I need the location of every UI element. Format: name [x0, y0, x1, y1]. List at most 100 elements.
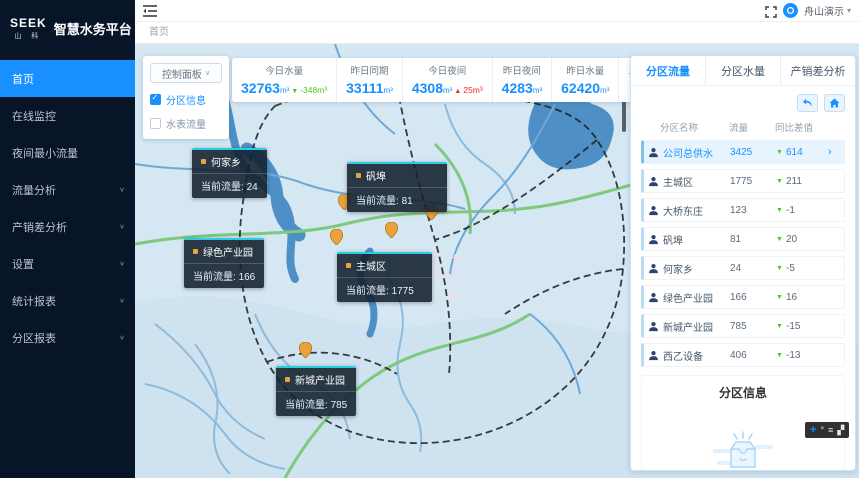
trend-down-icon: ▼ [291, 88, 298, 95]
stat-today-night: 今日夜间 4308m³▲25m³ [403, 58, 493, 102]
tab-partition-flow[interactable]: 分区流量 [631, 56, 706, 85]
tooltip-dot-icon [201, 159, 206, 164]
table-row[interactable]: 绿色产业园 166 ▼ 16 › [641, 285, 845, 309]
avatar[interactable] [783, 3, 798, 18]
tooltip-value: 1775 [392, 286, 414, 297]
sidebar-item-label: 分区报表 [12, 330, 56, 346]
stats-bar: 今日水量 32763m³▼-348m³ 昨日同期 33111m³ 今日夜间 43… [232, 58, 675, 102]
sidebar-item-online-monitoring[interactable]: 在线监控 [0, 97, 135, 134]
stat-value: 62420 [561, 80, 600, 96]
data-panel: 分区流量 分区水量 产销差分析 分区名称 流量 同 [630, 55, 856, 471]
trend-down-icon: ▼ [776, 294, 786, 301]
stat-unit: m³ [600, 86, 609, 95]
app-root: SEEK 山 科 智慧水务平台 首页 在线监控 夜间最小流量 流量分析 ∨ 产销… [0, 0, 859, 478]
sidebar-item-label: 夜间最小流量 [12, 145, 78, 161]
chevron-down-icon: ∨ [119, 223, 125, 230]
table-row[interactable]: 大桥东庄 123 ▼ -1 › [641, 198, 845, 222]
trend-down-icon: ▼ [776, 323, 786, 330]
topbar: 舟山演示 ▾ [135, 0, 859, 22]
logo-subtext: 山 科 [10, 31, 47, 41]
menu-fold-icon[interactable] [143, 4, 159, 18]
tooltip-value: 166 [239, 272, 256, 283]
back-button[interactable] [797, 94, 818, 112]
user-menu[interactable]: 舟山演示 ▾ [804, 3, 851, 18]
crosshair-icon[interactable]: + [810, 425, 816, 436]
tab-nrw-analysis[interactable]: 产销差分析 [781, 56, 855, 85]
sidebar-item-statistics-report[interactable]: 统计报表 ∨ [0, 282, 135, 319]
stat-value: 4283 [502, 80, 533, 96]
sidebar-menu: 首页 在线监控 夜间最小流量 流量分析 ∨ 产销差分析 ∨ 设置 ∨ 统计报表 [0, 60, 135, 356]
sidebar-item-partition-report[interactable]: 分区报表 ∨ [0, 319, 135, 356]
control-panel-button[interactable]: 控制面板 ∨ [150, 63, 222, 83]
map-marker[interactable] [385, 222, 398, 238]
sidebar-item-label: 统计报表 [12, 293, 56, 309]
partition-icon [644, 292, 663, 303]
sidebar: SEEK 山 科 智慧水务平台 首页 在线监控 夜间最小流量 流量分析 ∨ 产销… [0, 0, 135, 478]
sidebar-item-label: 流量分析 [12, 182, 56, 198]
sidebar-item-home[interactable]: 首页 [0, 60, 135, 97]
stat-yesterday-volume: 昨日水量 62420m³ [552, 58, 619, 102]
checkbox-partition-info[interactable]: 分区信息 [150, 92, 222, 107]
tooltip-value: 785 [331, 400, 348, 411]
tab-partition-volume[interactable]: 分区水量 [706, 56, 781, 85]
control-panel-label: 控制面板 [162, 66, 202, 81]
table-row[interactable]: 矾埠 81 ▼ 20 › [641, 227, 845, 251]
map-marker[interactable] [330, 229, 343, 245]
tooltip-value-label: 当前流量: [201, 182, 244, 193]
sidebar-item-flow-analysis[interactable]: 流量分析 ∨ [0, 171, 135, 208]
tooltip-dot-icon [346, 263, 351, 268]
stat-value: 32763 [241, 80, 280, 96]
table-row[interactable]: 何家乡 24 ▼ -5 › [641, 256, 845, 280]
tooltip-name: 何家乡 [211, 154, 241, 169]
map-toolbar: + ° ≡ ▞ [805, 422, 849, 438]
table-row[interactable]: 新城产业园 785 ▼ -15 › [641, 314, 845, 338]
map-tooltip-new-city-park: 新城产业园 当前流量: 785 [276, 366, 356, 416]
map-tooltip-green-park: 绿色产业园 当前流量: 166 [184, 238, 264, 288]
stat-unit: m³ [443, 86, 452, 95]
main-area: 舟山演示 ▾ 首页 [135, 0, 859, 478]
partition-icon [644, 205, 663, 216]
table-row[interactable]: 主城区 1775 ▼ 211 › [641, 169, 845, 193]
trend-down-icon: ▼ [776, 207, 786, 214]
partition-info-title: 分区信息 [719, 384, 767, 401]
partition-icon [644, 176, 663, 187]
trend-down-icon: ▼ [776, 236, 786, 243]
tooltip-name: 新城产业园 [295, 372, 345, 387]
sidebar-item-label: 在线监控 [12, 108, 56, 124]
sidebar-item-settings[interactable]: 设置 ∨ [0, 245, 135, 282]
layers-tool-icon[interactable]: ▞ [837, 426, 844, 435]
sidebar-item-night-min-flow[interactable]: 夜间最小流量 [0, 134, 135, 171]
partition-icon [644, 234, 663, 245]
stat-value: 4308 [412, 80, 443, 96]
home-button[interactable] [824, 94, 845, 112]
panel-toolbar [631, 86, 855, 117]
chevron-down-icon: ∨ [119, 260, 125, 267]
table-row[interactable]: 公司总供水 3425 ▼ 614 › [641, 140, 845, 164]
partition-table: 分区名称 流量 同比差值 公司总供水 3425 ▼ 614 › 主 [631, 117, 855, 372]
sidebar-item-label: 设置 [12, 256, 34, 272]
legend-tool-icon[interactable]: ≡ [828, 426, 833, 435]
sidebar-item-nrw-analysis[interactable]: 产销差分析 ∨ [0, 208, 135, 245]
partition-icon [644, 263, 663, 274]
checkbox-checked-icon [150, 94, 161, 105]
trend-down-icon: ▼ [776, 265, 786, 272]
caret-down-icon: ▾ [847, 6, 851, 15]
marker-tool-icon[interactable]: ° [820, 426, 824, 435]
table-row[interactable]: 西乙设备 406 ▼ -13 › [641, 343, 845, 367]
checkbox-meter-flow[interactable]: 水表流量 [150, 116, 222, 131]
trend-down-icon: ▼ [776, 352, 786, 359]
map-tooltip-main-city: 主城区 当前流量: 1775 [337, 252, 432, 302]
fullscreen-icon[interactable] [765, 5, 777, 17]
table-header: 分区名称 流量 同比差值 [641, 117, 845, 140]
undo-icon [802, 98, 813, 108]
stat-today-volume: 今日水量 32763m³▼-348m³ [232, 58, 337, 102]
map-tooltip-fanbu: 矾埠 当前流量: 81 [347, 162, 447, 212]
tooltip-dot-icon [356, 173, 361, 178]
user-name: 舟山演示 [804, 3, 844, 18]
stat-unit: m³ [384, 86, 393, 95]
logo: SEEK 山 科 智慧水务平台 [0, 0, 135, 56]
map-marker[interactable] [299, 342, 312, 358]
tooltip-name: 矾埠 [366, 168, 386, 183]
breadcrumb-item: 首页 [149, 27, 169, 38]
tooltip-dot-icon [193, 249, 198, 254]
